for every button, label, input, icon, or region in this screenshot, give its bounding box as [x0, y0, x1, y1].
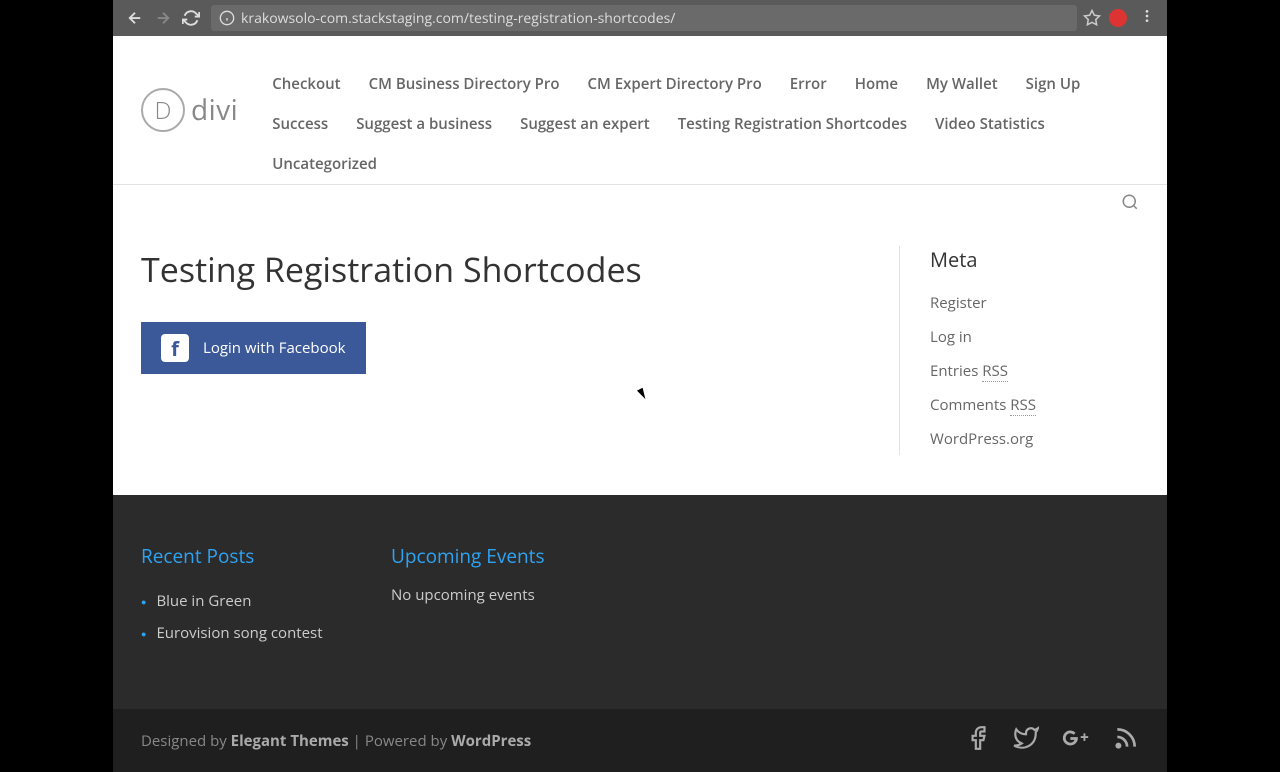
recent-posts-list: Blue in Green Eurovision song contest — [141, 585, 341, 649]
facebook-social-icon[interactable] — [965, 725, 991, 756]
twitter-social-icon[interactable] — [1013, 725, 1039, 756]
elegant-themes-link[interactable]: Elegant Themes — [231, 731, 349, 751]
bookmark-star-icon[interactable] — [1083, 9, 1101, 27]
main-content: Testing Registration Shortcodes f Login … — [141, 246, 899, 455]
address-bar[interactable]: krakowsolo-com.stackstaging.com/testing-… — [211, 5, 1077, 31]
footer-credits: Designed by Elegant Themes | Powered by … — [141, 731, 531, 751]
meta-wordpress-org[interactable]: WordPress.org — [930, 429, 1033, 449]
list-item: Eurovision song contest — [141, 617, 341, 649]
nav-checkout[interactable]: Checkout — [258, 64, 354, 104]
facebook-login-button[interactable]: f Login with Facebook — [141, 322, 366, 374]
recent-post-link[interactable]: Eurovision song contest — [156, 623, 322, 643]
sidebar: Meta Register Log in Entries RSS Comment… — [899, 246, 1139, 455]
logo-text: divi — [191, 91, 238, 129]
footer-widgets: Recent Posts Blue in Green Eurovision so… — [113, 495, 1167, 709]
upcoming-events-widget: Upcoming Events No upcoming events — [391, 543, 591, 649]
upcoming-events-title: Upcoming Events — [391, 543, 591, 569]
meta-list: Register Log in Entries RSS Comments RSS… — [930, 285, 1139, 455]
nav-success[interactable]: Success — [258, 104, 342, 144]
reload-button[interactable] — [177, 4, 205, 32]
page-title: Testing Registration Shortcodes — [141, 246, 859, 292]
nav-cm-expert-directory[interactable]: CM Expert Directory Pro — [574, 64, 776, 104]
forward-button[interactable] — [149, 4, 177, 32]
meta-login[interactable]: Log in — [930, 327, 972, 347]
recent-post-link[interactable]: Blue in Green — [156, 591, 251, 611]
meta-widget-title: Meta — [930, 246, 1139, 273]
browser-menu-icon[interactable] — [1135, 7, 1159, 29]
page-viewport: D divi Checkout CM Business Directory Pr… — [113, 36, 1167, 720]
no-events-text: No upcoming events — [391, 585, 591, 605]
search-icon[interactable] — [1121, 193, 1139, 216]
nav-home[interactable]: Home — [841, 64, 912, 104]
list-item: Blue in Green — [141, 585, 341, 617]
search-row — [113, 185, 1167, 216]
content-area: Testing Registration Shortcodes f Login … — [113, 216, 1167, 495]
nav-suggest-expert[interactable]: Suggest an expert — [506, 104, 664, 144]
social-icons — [965, 725, 1139, 756]
facebook-login-label: Login with Facebook — [203, 338, 346, 358]
recent-posts-title: Recent Posts — [141, 543, 341, 569]
site-logo[interactable]: D divi — [141, 54, 238, 184]
meta-register[interactable]: Register — [930, 293, 987, 313]
url-text: krakowsolo-com.stackstaging.com/testing-… — [241, 9, 675, 28]
nav-cm-business-directory[interactable]: CM Business Directory Pro — [355, 64, 574, 104]
nav-video-statistics[interactable]: Video Statistics — [921, 104, 1059, 144]
back-button[interactable] — [121, 4, 149, 32]
extension-icon[interactable] — [1109, 9, 1127, 27]
meta-entries-rss[interactable]: Entries RSS — [930, 361, 1008, 382]
rss-social-icon[interactable] — [1113, 725, 1139, 756]
recent-posts-widget: Recent Posts Blue in Green Eurovision so… — [141, 543, 341, 649]
browser-toolbar: krakowsolo-com.stackstaging.com/testing-… — [113, 0, 1167, 36]
nav-sign-up[interactable]: Sign Up — [1012, 64, 1095, 104]
primary-nav: Checkout CM Business Directory Pro CM Ex… — [258, 54, 1139, 184]
site-info-icon[interactable] — [219, 10, 235, 26]
nav-error[interactable]: Error — [776, 64, 841, 104]
meta-comments-rss[interactable]: Comments RSS — [930, 395, 1036, 416]
google-plus-social-icon[interactable] — [1061, 725, 1091, 756]
footer-bottom: Designed by Elegant Themes | Powered by … — [113, 709, 1167, 772]
nav-suggest-business[interactable]: Suggest a business — [342, 104, 506, 144]
nav-uncategorized[interactable]: Uncategorized — [258, 144, 391, 184]
site-header: D divi Checkout CM Business Directory Pr… — [113, 36, 1167, 185]
logo-mark: D — [141, 88, 185, 132]
wordpress-link[interactable]: WordPress — [451, 731, 531, 751]
nav-my-wallet[interactable]: My Wallet — [912, 64, 1012, 104]
nav-testing-registration[interactable]: Testing Registration Shortcodes — [664, 104, 921, 144]
facebook-icon: f — [161, 334, 189, 362]
